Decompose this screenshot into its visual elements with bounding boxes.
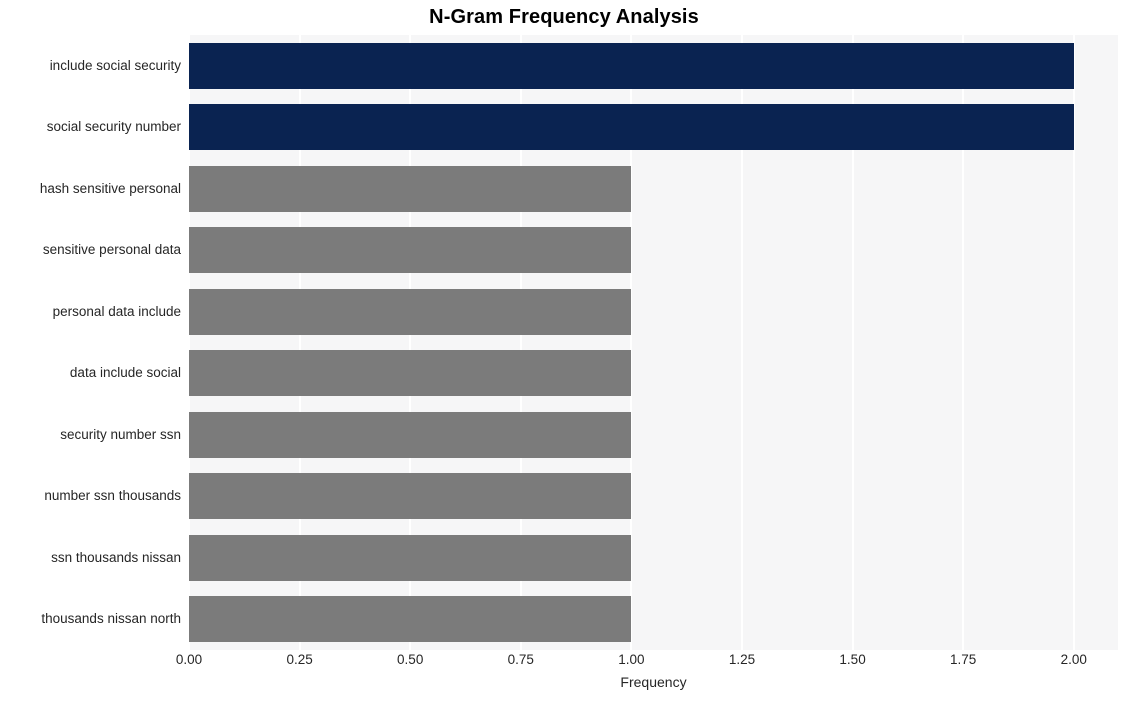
plot-area (189, 35, 1118, 650)
x-axis-tick-label: 1.25 (728, 652, 756, 667)
bar (189, 350, 632, 397)
x-axis-tick-label: 1.75 (950, 652, 977, 667)
x-axis-tick-label: 0.00 (175, 652, 203, 667)
ngram-frequency-chart: N-Gram Frequency Analysis include social… (0, 0, 1128, 701)
y-axis-tick-label: include social security (49, 57, 181, 73)
y-axis-tick-label: sensitive personal data (42, 242, 181, 258)
x-axis-tick-label: 0.50 (397, 652, 424, 667)
bar (189, 165, 632, 212)
bar (189, 473, 632, 520)
y-axis-tick-label: thousands nissan north (41, 611, 181, 627)
bar (189, 534, 632, 581)
bar (189, 411, 632, 458)
y-axis-tick-label: hash sensitive personal (39, 180, 181, 196)
x-axis-tick-label: 1.00 (618, 652, 645, 667)
y-axis-tick-label: data include social (69, 365, 181, 381)
bar (189, 596, 632, 643)
y-axis-tick-label: ssn thousands nissan (51, 549, 181, 565)
bar (189, 227, 632, 274)
bar (189, 104, 1074, 151)
x-axis-title: Frequency (620, 674, 687, 690)
x-axis-tick-label: 0.75 (507, 652, 534, 667)
x-axis-tick-label: 0.25 (286, 652, 313, 667)
bar (189, 288, 632, 335)
x-axis-tick-labels: 0.00 0.25 0.50 0.75 1.00 1.25 1.50 1.75 2.00 (176, 652, 1118, 674)
x-axis-tick-label: 1.50 (839, 652, 866, 667)
y-axis-tick-label: number ssn thousands (44, 488, 181, 504)
x-axis-tick-label: 2.00 (1060, 652, 1087, 667)
y-axis-tick-label: social security number (46, 119, 181, 135)
y-axis-tick-labels: include social security social security n… (0, 35, 181, 650)
y-axis-tick-label: personal data include (52, 303, 181, 319)
y-axis-tick-label: security number ssn (60, 426, 181, 442)
chart-title: N-Gram Frequency Analysis (429, 6, 699, 28)
bar (189, 42, 1074, 89)
